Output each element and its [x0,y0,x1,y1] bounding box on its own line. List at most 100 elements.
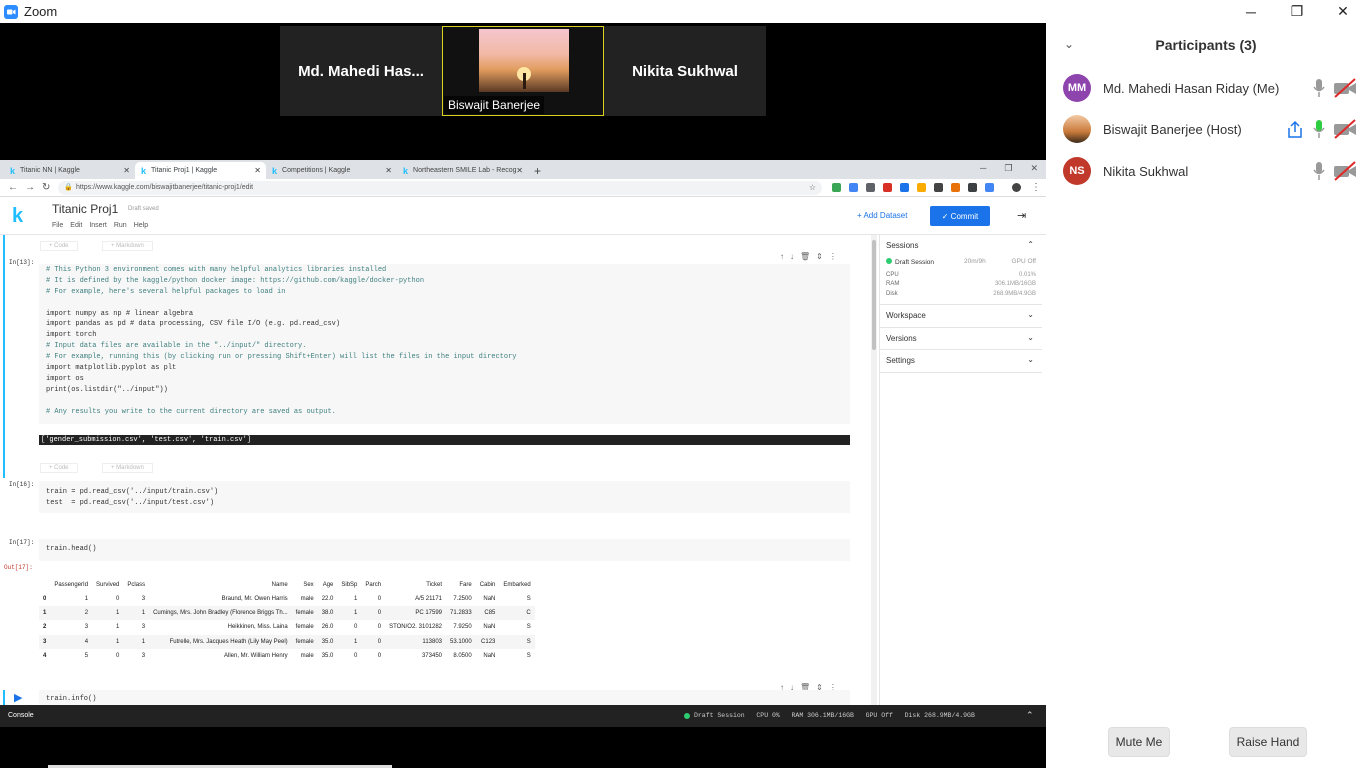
tab-titanic-nn[interactable]: k Titanic NN | Kaggle ✕ [4,162,135,179]
mute-me-button[interactable]: Mute Me [1108,727,1170,757]
sessions-header[interactable]: Sessions ⌃ [880,235,1042,258]
profile-avatar[interactable] [1012,183,1021,192]
table-cell: 0 [361,634,386,649]
forward-icon[interactable]: → [25,182,35,193]
menu-insert[interactable]: Insert [89,222,107,229]
settings-section[interactable]: Settings ⌄ [880,350,1042,373]
close-tab-icon[interactable]: ✕ [123,166,130,175]
microphone-active-icon[interactable] [1311,119,1327,139]
microphone-icon[interactable] [1311,161,1327,181]
tile-name: Nikita Sukhwal [632,62,738,80]
video-tile-nikita[interactable]: Nikita Sukhwal [604,26,766,116]
reload-icon[interactable]: ↻ [42,182,50,193]
add-code-button[interactable]: + Code [40,241,78,251]
participant-row[interactable]: NS Nikita Sukhwal [1063,157,1363,187]
screen-share-icon[interactable] [1287,120,1303,138]
browser-window-controls: ─ ❐ ✕ [980,163,1038,174]
draft-status: Draft saved [128,206,159,212]
table-cell: female [295,624,314,631]
kaggle-status-bar: Console Draft Session CPU 0% RAM 306.1MB… [0,705,1046,727]
new-tab-button[interactable]: + [528,162,552,179]
add-dataset-button[interactable]: + Add Dataset [857,211,907,220]
cell-prompt: In[16]: [9,481,35,488]
cpu-stat: CPU 0.01% [880,272,1042,282]
video-off-icon[interactable] [1333,119,1357,139]
extension-icon[interactable] [900,183,909,192]
extension-icon[interactable] [917,183,926,192]
video-off-icon[interactable] [1333,161,1357,181]
chevron-up-icon[interactable]: ⌃ [1026,710,1034,721]
video-tile-biswajit[interactable]: Biswajit Banerjee [442,26,604,116]
console-toggle[interactable]: Console [8,712,34,719]
close-tab-icon[interactable]: ✕ [254,166,261,175]
notebook-title[interactable]: Titanic Proj1 [52,202,118,216]
participant-row[interactable]: Biswajit Banerjee (Host) [1063,115,1363,145]
table-cell: 3 [141,652,146,659]
delete-icon[interactable]: 🗑 [800,252,810,261]
participant-row[interactable]: MM Md. Mahedi Hasan Riday (Me) [1063,74,1363,104]
add-markdown-button[interactable]: + Markdown [102,241,153,251]
table-cell: 2 [43,624,47,631]
extension-icon[interactable] [883,183,892,192]
table-cell: C123 [475,634,500,649]
close-tab-icon[interactable]: ✕ [385,166,392,175]
minimize-button[interactable]: ─ [1228,0,1274,23]
back-icon[interactable]: ← [8,182,18,193]
table-cell: 1 [92,634,124,649]
workspace-section[interactable]: Workspace ⌄ [880,305,1042,328]
raise-hand-button[interactable]: Raise Hand [1229,727,1307,757]
cell-prompt: In[13]: [9,259,35,266]
extension-icon[interactable] [849,183,858,192]
table-cell: 0 [377,596,382,603]
commit-button[interactable]: ✓ Commit [930,206,990,226]
extension-icon[interactable] [866,183,875,192]
code-cell[interactable]: train = pd.read_csv('../input/train.csv'… [39,481,850,513]
close-button[interactable]: ✕ [1320,0,1366,23]
menu-edit[interactable]: Edit [70,222,82,229]
kaggle-logo[interactable]: k [12,205,23,228]
notebook-scrollbar[interactable] [871,235,877,705]
menu-file[interactable]: File [52,222,63,229]
table-cell: Heikkinen, Miss. Laina [227,624,288,631]
collapse-panel-icon[interactable]: ⇥ [1017,209,1026,222]
draft-session-row: Draft Session 20m/9h GPU Off [880,257,1042,272]
extension-icon[interactable] [985,183,994,192]
restore-icon[interactable]: ❐ [1004,163,1012,174]
extension-icon[interactable] [951,183,960,192]
code-cell[interactable]: # This Python 3 environment comes with m… [39,264,850,424]
add-markdown-button[interactable]: + Markdown [102,463,153,473]
more-icon[interactable]: ⋮ [829,252,837,261]
minimize-icon[interactable]: ─ [980,163,986,174]
url-field[interactable]: 🔒 https://www.kaggle.com/biswajitbanerje… [58,181,822,195]
extension-icon[interactable] [968,183,977,192]
tab-competitions[interactable]: k Competitions | Kaggle ✕ [266,162,397,179]
add-code-button[interactable]: + Code [40,463,78,473]
chevron-down-icon: ⌄ [1027,310,1034,319]
tab-strip: k Titanic NN | Kaggle ✕ k Titanic Proj1 | K… [0,160,1046,179]
versions-section[interactable]: Versions ⌄ [880,328,1042,350]
extension-icon[interactable] [832,183,841,192]
run-cell-icon[interactable]: ▶ [14,691,22,704]
move-up-icon[interactable]: ↑ [780,252,784,261]
menu-run[interactable]: Run [114,222,127,229]
maximize-button[interactable]: ❐ [1274,0,1320,23]
star-icon[interactable]: ☆ [809,181,816,195]
code-cell[interactable]: train.head() [39,539,850,561]
close-icon[interactable]: ✕ [1030,163,1038,174]
code-line: # This Python 3 environment comes with m… [46,266,387,274]
stat-label: CPU [886,271,899,278]
browser-menu-icon[interactable]: ⋮ [1031,182,1041,193]
move-down-icon[interactable]: ↓ [790,252,794,261]
tab-titanic-proj1[interactable]: k Titanic Proj1 | Kaggle ✕ [135,162,266,179]
expand-icon[interactable]: ⇕ [816,252,823,261]
video-tile-mahedi[interactable]: Md. Mahedi Has... [280,26,442,116]
extension-icon[interactable] [934,183,943,192]
code-cell[interactable]: train.info() [39,690,850,705]
menu-help[interactable]: Help [134,222,148,229]
window-title: Zoom [24,4,58,19]
tab-smile-lab[interactable]: k Northeastern SMILE Lab - Recog ✕ [397,162,528,179]
kaggle-favicon-icon: k [141,165,147,176]
close-tab-icon[interactable]: ✕ [516,166,523,175]
video-off-icon[interactable] [1333,78,1357,98]
microphone-icon[interactable] [1311,78,1327,98]
